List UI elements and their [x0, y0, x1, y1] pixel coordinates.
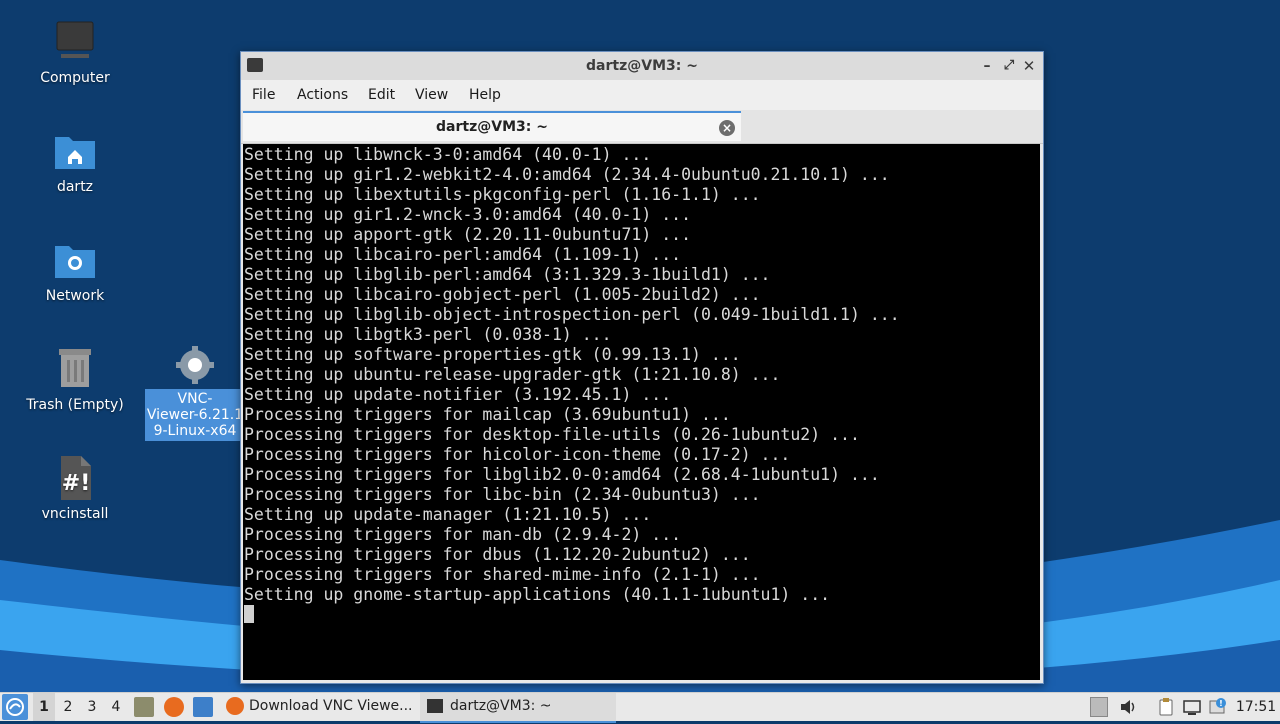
terminal-line: Setting up libgtk3-perl (0.038-1) ...: [244, 325, 612, 344]
workspace-3[interactable]: 3: [81, 693, 103, 721]
terminal-line: Processing triggers for hicolor-icon-the…: [244, 445, 791, 464]
keyboard-layout-icon[interactable]: [1090, 697, 1108, 717]
computer-icon: [51, 18, 99, 66]
gear-icon: [175, 345, 215, 385]
tab-title: dartz@VM3: ~: [436, 119, 548, 135]
desktop-icon-dartz[interactable]: dartz: [20, 127, 130, 196]
terminal-line: Processing triggers for mailcap (3.69ubu…: [244, 405, 731, 424]
workspace-1[interactable]: 1: [33, 693, 55, 721]
desktop-icon-vncinstall[interactable]: #! vncinstall: [20, 454, 130, 523]
desktop-icon-label: Computer: [40, 70, 110, 86]
update-notifier-icon[interactable]: !: [1208, 697, 1228, 717]
terminal-window[interactable]: dartz@VM3: ~ – ⤢ ✕ File Actions Edit Vie…: [240, 51, 1044, 684]
tab-bar: dartz@VM3: ~ ×: [241, 110, 1043, 144]
terminal-line: Setting up gir1.2-wnck-3.0:amd64 (40.0-1…: [244, 205, 692, 224]
menu-view[interactable]: View: [415, 80, 448, 110]
label-line: Viewer-6.21.1: [146, 407, 244, 423]
terminal-line: Setting up libwnck-3-0:amd64 (40.0-1) ..…: [244, 145, 652, 164]
svg-text:#!: #!: [62, 471, 90, 496]
terminal-line: Setting up libglib-perl:amd64 (3:1.329.3…: [244, 265, 771, 284]
network-folder-icon: [51, 236, 99, 284]
menu-file[interactable]: File: [252, 80, 275, 110]
task-label: dartz@VM3: ~: [450, 698, 552, 714]
file-manager-icon[interactable]: [134, 697, 154, 717]
terminal-icon: [247, 58, 263, 72]
tab-close-icon[interactable]: ×: [719, 120, 735, 136]
lubuntu-logo-icon: [6, 698, 24, 716]
network-status-icon[interactable]: [1182, 697, 1202, 717]
terminal-line: Processing triggers for libglib2.0-0:amd…: [244, 465, 880, 484]
window-titlebar[interactable]: dartz@VM3: ~ – ⤢ ✕: [241, 52, 1043, 80]
volume-icon[interactable]: [1118, 697, 1138, 717]
tab-terminal[interactable]: dartz@VM3: ~ ×: [243, 111, 741, 141]
menu-bar: File Actions Edit View Help: [241, 80, 1043, 110]
script-file-icon: #!: [51, 454, 99, 502]
firefox-launcher-icon[interactable]: [164, 697, 184, 717]
terminal-line: Setting up libglib-object-introspection-…: [244, 305, 900, 324]
menu-actions[interactable]: Actions: [297, 80, 348, 110]
terminal-line: Setting up libcairo-gobject-perl (1.005-…: [244, 285, 761, 304]
terminal-line: Setting up libextutils-pkgconfig-perl (1…: [244, 185, 761, 204]
workspace-4[interactable]: 4: [105, 693, 127, 721]
window-title: dartz@VM3: ~: [586, 58, 698, 74]
terminal-line: Processing triggers for dbus (1.12.20-2u…: [244, 545, 751, 564]
home-folder-icon: [51, 127, 99, 175]
terminal-line: Processing triggers for shared-mime-info…: [244, 565, 761, 584]
desktop-icon-label: dartz: [56, 179, 94, 195]
start-menu-button[interactable]: [2, 694, 28, 720]
workspace-2[interactable]: 2: [57, 693, 79, 721]
menu-edit[interactable]: Edit: [368, 80, 395, 110]
label-line: 9-Linux-x64: [153, 423, 237, 439]
firefox-icon: [226, 697, 244, 715]
terminal-line: Setting up gir1.2-webkit2-4.0:amd64 (2.3…: [244, 165, 890, 184]
show-desktop-icon[interactable]: [193, 697, 213, 717]
terminal-line: Processing triggers for libc-bin (2.34-0…: [244, 485, 761, 504]
taskbar: 1 2 3 4 Download VNC Viewe... dartz@VM3:…: [0, 692, 1280, 723]
terminal-line: Setting up software-properties-gtk (0.99…: [244, 345, 741, 364]
desktop-icon-vnc-viewer[interactable]: VNC- Viewer-6.21.1 9-Linux-x64: [145, 345, 245, 441]
terminal-line: Setting up ubuntu-release-upgrader-gtk (…: [244, 365, 781, 384]
desktop-icon-label: VNC- Viewer-6.21.1 9-Linux-x64: [145, 389, 245, 441]
desktop-icon-computer[interactable]: Computer: [20, 18, 130, 87]
terminal-output[interactable]: Setting up libwnck-3-0:amd64 (40.0-1) ..…: [243, 144, 1040, 680]
terminal-line: Processing triggers for desktop-file-uti…: [244, 425, 860, 444]
desktop-icon-trash[interactable]: Trash (Empty): [20, 345, 130, 414]
maximize-icon[interactable]: ⤢: [1001, 52, 1017, 80]
clock[interactable]: 17:51: [1234, 693, 1278, 721]
minimize-icon[interactable]: –: [979, 52, 995, 80]
label-line: VNC-: [177, 391, 213, 407]
terminal-line: Processing triggers for man-db (2.9.4-2)…: [244, 525, 682, 544]
desktop-icon-label: Network: [45, 288, 105, 304]
terminal-line: Setting up libcairo-perl:amd64 (1.109-1)…: [244, 245, 682, 264]
terminal-line: Setting up gnome-startup-applications (4…: [244, 585, 831, 604]
task-terminal[interactable]: dartz@VM3: ~: [420, 693, 616, 723]
desktop-icon-network[interactable]: Network: [20, 236, 130, 305]
svg-text:!: !: [1219, 699, 1223, 708]
terminal-line: Setting up update-notifier (3.192.45.1) …: [244, 385, 672, 404]
clipboard-icon[interactable]: [1156, 697, 1176, 717]
task-label: Download VNC Viewe...: [249, 698, 413, 714]
terminal-line: Setting up apport-gtk (2.20.11-0ubuntu71…: [244, 225, 692, 244]
trash-icon: [51, 345, 99, 393]
terminal-cursor: [244, 605, 254, 623]
terminal-icon: [427, 699, 443, 713]
task-firefox[interactable]: Download VNC Viewe...: [222, 693, 418, 721]
menu-help[interactable]: Help: [469, 80, 501, 110]
desktop-icon-label: vncinstall: [41, 506, 109, 522]
desktop-icon-label: Trash (Empty): [26, 397, 124, 413]
terminal-line: Setting up update-manager (1:21.10.5) ..…: [244, 505, 652, 524]
close-icon[interactable]: ✕: [1021, 52, 1037, 80]
